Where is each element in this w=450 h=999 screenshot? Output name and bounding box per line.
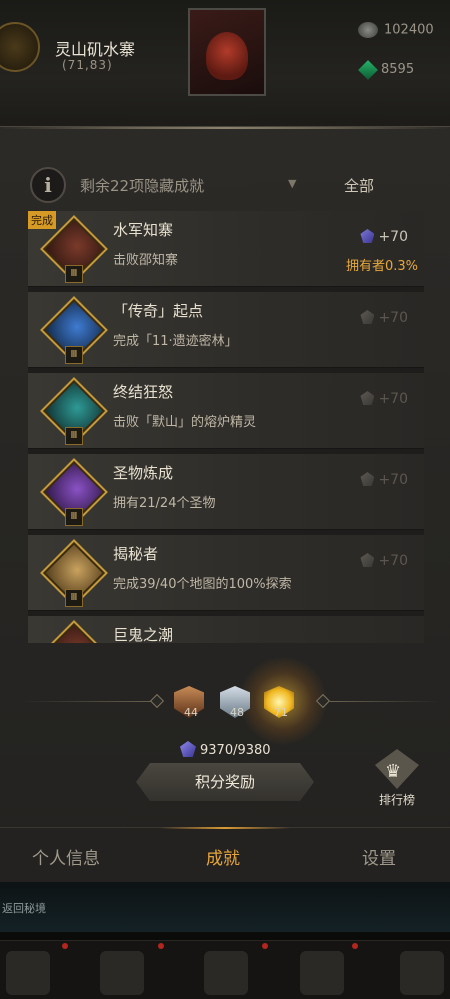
achievement-desc: 完成39/40个地图的100%探索 <box>113 577 292 592</box>
silver-resource: 102400 <box>358 22 434 38</box>
score-gem-icon <box>360 472 375 486</box>
score-gem-icon <box>360 310 375 324</box>
ranking-shield-icon: ♛ <box>375 749 419 789</box>
active-tab-indicator <box>160 827 290 829</box>
tier-emblem-icon: Ⅲ <box>65 265 83 283</box>
location-badge-icon[interactable] <box>0 22 40 72</box>
notification-dot <box>158 943 164 949</box>
silver-amount: 102400 <box>384 22 434 38</box>
tier-emblem-icon: Ⅲ <box>65 508 83 526</box>
achievement-badge <box>40 620 108 643</box>
back-to-realm-link[interactable]: 返回秘境 <box>2 900 46 916</box>
score-gem-icon <box>360 391 375 405</box>
notification-dot <box>62 943 68 949</box>
green-gem-icon <box>358 59 378 80</box>
divider <box>20 701 160 702</box>
achievement-badge: Ⅲ <box>40 539 108 607</box>
achievement-panel: i 剩余22项隐藏成就 ▼ 全部 Ⅲ 完成 水军知寨 击败邵知寨 +70 拥有者… <box>0 126 450 882</box>
completed-tag: 完成 <box>28 211 56 229</box>
achievement-row[interactable]: Ⅲ 揭秘者 完成39/40个地图的100%探索 +70 <box>28 535 424 611</box>
achievement-points: +70 <box>360 472 408 488</box>
tab-profile[interactable]: 个人信息 <box>32 844 100 869</box>
tier-summary: 44 48 71 <box>0 656 450 746</box>
score-gem-icon <box>180 741 196 757</box>
silver-coin-icon <box>358 22 378 38</box>
achievement-title: 终结狂怒 <box>113 383 174 401</box>
gem-resource: 8595 <box>358 59 415 80</box>
silver-tier[interactable]: 48 <box>218 684 252 720</box>
nav-guild-icon[interactable] <box>400 951 444 995</box>
achievement-points: +70 <box>360 553 408 569</box>
achievement-points: +70 <box>360 310 408 326</box>
info-icon[interactable]: i <box>30 167 66 203</box>
notification-dot <box>352 943 358 949</box>
filter-row: i 剩余22项隐藏成就 ▼ 全部 <box>30 167 420 203</box>
hidden-achievements-summary: 剩余22项隐藏成就 <box>80 177 205 195</box>
ranking-label: 排行榜 <box>378 793 415 807</box>
achievement-badge: Ⅲ <box>40 458 108 526</box>
achievement-badge: Ⅲ <box>40 296 108 364</box>
filter-dropdown[interactable]: 全部 <box>344 175 374 196</box>
achievement-desc: 拥有21/24个圣物 <box>113 496 216 511</box>
location-name: 灵山矶水寨 <box>55 40 136 59</box>
bronze-count: 44 <box>184 706 198 719</box>
achievement-row[interactable]: 巨鬼之潮 <box>28 616 424 643</box>
bottom-nav <box>0 940 450 999</box>
achievement-row[interactable]: Ⅲ 「传奇」起点 完成「11·遗迹密林」 +70 <box>28 292 424 368</box>
nav-torch-icon[interactable] <box>300 951 344 995</box>
achievement-row[interactable]: Ⅲ 完成 水军知寨 击败邵知寨 +70 拥有者0.3% <box>28 211 424 287</box>
notification-dot <box>262 943 268 949</box>
ghost-tide-icon <box>40 620 108 643</box>
hero-portrait[interactable] <box>188 8 266 96</box>
score-gem-icon <box>360 553 375 567</box>
owner-percentage: 拥有者0.3% <box>345 259 418 274</box>
ranking-button[interactable]: ♛ 排行榜 <box>372 749 422 809</box>
achievement-title: 「传奇」起点 <box>113 302 204 320</box>
achievement-title: 巨鬼之潮 <box>113 626 174 643</box>
achievement-badge: Ⅲ <box>40 377 108 445</box>
tab-achievements[interactable]: 成就 <box>206 844 240 869</box>
achievement-points: +70 <box>360 229 408 245</box>
tier-emblem-icon: Ⅲ <box>65 427 83 445</box>
dropdown-arrow-icon[interactable]: ▼ <box>288 177 296 190</box>
panel-tabs: 个人信息 成就 设置 <box>0 827 450 883</box>
nav-pouch-icon[interactable] <box>204 951 248 995</box>
tab-settings[interactable]: 设置 <box>362 844 396 869</box>
achievement-title: 揭秘者 <box>113 545 159 563</box>
bronze-tier[interactable]: 44 <box>172 684 206 720</box>
hero-face-icon <box>206 32 248 80</box>
background-scene: 返回秘境 <box>0 882 450 932</box>
achievement-desc: 完成「11·遗迹密林」 <box>113 334 238 349</box>
points-reward-button[interactable]: 积分奖励 <box>136 763 314 801</box>
total-score: 9370/9380 <box>180 741 271 758</box>
nav-scroll-icon[interactable] <box>100 951 144 995</box>
achievement-list[interactable]: Ⅲ 完成 水军知寨 击败邵知寨 +70 拥有者0.3% Ⅲ 「传奇」起点 完成「… <box>28 211 424 643</box>
achievement-desc: 击败「默山」的熔炉精灵 <box>113 415 257 430</box>
tier-emblem-icon: Ⅲ <box>65 346 83 364</box>
achievement-desc: 击败邵知寨 <box>113 253 179 268</box>
crown-icon: ♛ <box>385 761 402 782</box>
gem-amount: 8595 <box>381 62 415 77</box>
gold-count: 71 <box>274 706 288 719</box>
divider-diamond-icon <box>149 693 165 709</box>
achievement-row[interactable]: Ⅲ 圣物炼成 拥有21/24个圣物 +70 <box>28 454 424 530</box>
achievement-points: +70 <box>360 391 408 407</box>
gold-tier[interactable]: 71 <box>262 684 296 720</box>
divider <box>330 701 440 702</box>
achievement-title: 圣物炼成 <box>113 464 174 482</box>
top-hud: 灵山矶水寨 (71,83) 102400 8595 <box>0 0 450 130</box>
location-coordinates: (71,83) <box>62 58 113 72</box>
score-gem-icon <box>360 229 375 243</box>
achievement-row[interactable]: Ⅲ 终结狂怒 击败「默山」的熔炉精灵 +70 <box>28 373 424 449</box>
silver-count: 48 <box>230 706 244 719</box>
achievement-title: 水军知寨 <box>113 221 174 239</box>
tier-emblem-icon: Ⅲ <box>65 589 83 607</box>
nav-helmet-icon[interactable] <box>6 951 50 995</box>
